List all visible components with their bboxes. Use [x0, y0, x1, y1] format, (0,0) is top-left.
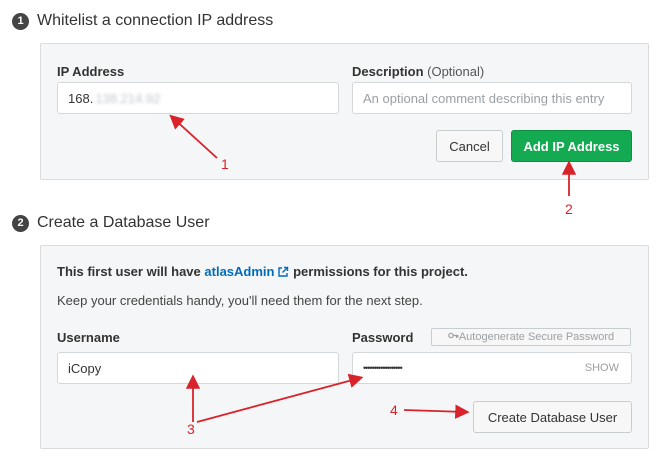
- arrow-4: [403, 404, 470, 419]
- annotation-label-3: 3: [187, 421, 195, 437]
- arrow-1: [169, 114, 218, 159]
- annotation-label-2: 2: [565, 201, 573, 217]
- annotation-label-4: 4: [390, 402, 398, 418]
- annotation-arrows: [169, 114, 577, 423]
- annotation-label-1: 1: [221, 156, 229, 172]
- arrow-3b: [196, 373, 364, 423]
